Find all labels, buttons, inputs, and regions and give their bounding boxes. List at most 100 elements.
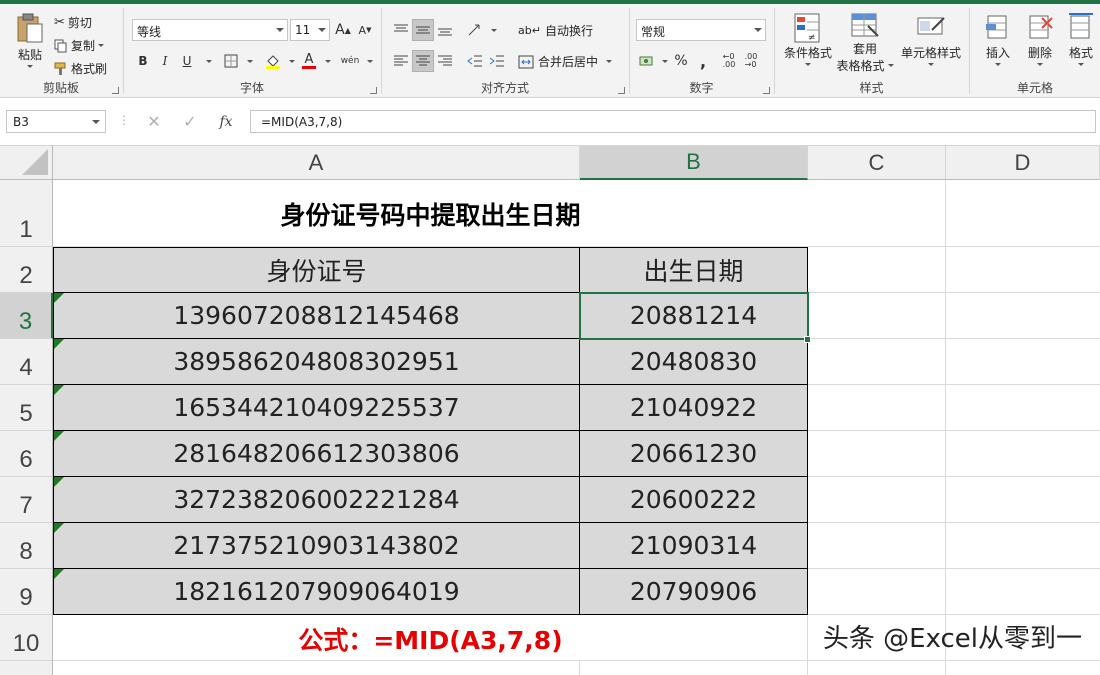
decrease-indent-button[interactable] [464,50,486,72]
chevron-down-icon [995,63,1001,66]
orientation-dropdown[interactable] [486,19,498,41]
chevron-down-icon [318,28,326,32]
check-icon[interactable]: ✓ [172,112,208,131]
font-launcher-icon[interactable] [370,87,377,94]
row-header-8[interactable]: 8 [0,523,53,569]
svg-text:≠: ≠ [808,33,816,43]
insert-function-icon[interactable]: fx [208,114,244,130]
fill-color-button[interactable] [262,50,284,72]
align-middle-button[interactable] [412,19,434,41]
increase-indent-button[interactable] [486,50,508,72]
font-color-button[interactable]: A [298,50,320,72]
cell-styles-button[interactable]: 单元格样式 [897,12,965,66]
header-cell-birthdate[interactable]: 出生日期 [580,247,808,293]
error-indicator-icon [54,339,64,349]
row-header-7[interactable]: 7 [0,477,53,523]
birthdate-cell[interactable]: 21090314 [580,523,808,569]
format-painter-button[interactable]: 格式刷 [54,60,107,77]
font-size-select[interactable]: 11 [290,19,330,41]
select-all-button[interactable] [0,146,53,180]
wrap-text-button[interactable]: ab↵ 自动换行 [518,22,593,39]
font-color-dropdown[interactable] [320,50,332,72]
orientation-button[interactable] [464,19,486,41]
id-cell[interactable]: 217375210903143802 [53,523,580,569]
birthdate-cell[interactable]: 20790906 [580,569,808,615]
birthdate-cell[interactable]: 20480830 [580,339,808,385]
accounting-dropdown[interactable] [658,50,668,72]
align-bottom-button[interactable] [434,19,456,41]
fill-handle[interactable] [804,336,811,343]
id-cell[interactable]: 165344210409225537 [53,385,580,431]
number-launcher-icon[interactable] [763,87,770,94]
align-right-button[interactable] [434,50,456,72]
percent-style-button[interactable]: % [670,50,692,72]
row-header-6[interactable]: 6 [0,431,53,477]
row-header-5[interactable]: 5 [0,385,53,431]
phonetic-dropdown[interactable] [362,50,374,72]
formula-input[interactable]: =MID(A3,7,8) [250,110,1096,133]
decrease-decimal-button[interactable]: .00 →0 [740,50,762,72]
id-cell[interactable]: 327238206002221284 [53,477,580,523]
bold-button[interactable]: B [132,50,154,72]
merge-center-button[interactable]: 合并后居中 [518,53,613,70]
align-center-button[interactable] [412,50,434,72]
clipboard-launcher-icon[interactable] [112,87,119,94]
phonetic-button[interactable]: wén [338,50,362,72]
comma-style-button[interactable]: , [692,50,714,72]
worksheet-grid[interactable]: A B C D 1 2 3 4 5 6 7 8 9 10 11 身份证号码中提取… [0,146,1100,675]
cut-button[interactable]: ✂ 剪切 [54,14,92,31]
column-header-b[interactable]: B [580,146,808,180]
paste-button[interactable]: 粘贴 [10,12,50,68]
format-cells-icon [1069,13,1093,39]
birthdate-cell[interactable]: 20881214 [580,293,808,339]
align-top-button[interactable] [390,19,412,41]
chevron-down-icon [246,59,253,63]
shrink-font-button[interactable]: A ▼ [354,19,376,41]
accounting-format-button[interactable] [636,50,658,72]
row-header-10[interactable]: 10 [0,615,53,661]
chevron-down-icon [1037,63,1043,66]
sheet-title-cell[interactable]: 身份证号码中提取出生日期 [53,180,808,247]
row-header-1[interactable]: 1 [0,180,53,247]
underline-button[interactable]: U [176,50,198,72]
birthdate-cell[interactable]: 20600222 [580,477,808,523]
id-cell[interactable]: 281648206612303806 [53,431,580,477]
font-family-select[interactable]: 等线 [132,19,288,41]
borders-dropdown[interactable] [242,50,254,72]
underline-dropdown[interactable] [200,50,214,72]
fill-color-dropdown[interactable] [284,50,296,72]
column-header-c[interactable]: C [808,146,946,180]
italic-button[interactable]: I [154,50,176,72]
align-left-button[interactable] [390,50,412,72]
row-header-3[interactable]: 3 [0,293,53,339]
row-header-4[interactable]: 4 [0,339,53,385]
conditional-formatting-button[interactable]: ≠ 条件格式 [781,12,835,66]
cancel-icon[interactable]: ✕ [136,112,172,131]
birthdate-cell[interactable]: 21040922 [580,385,808,431]
header-cell-id[interactable]: 身份证号 [53,247,580,293]
borders-button[interactable] [220,50,242,72]
grow-font-icon: A [335,22,345,38]
alignment-launcher-icon[interactable] [618,87,625,94]
id-cell[interactable]: 139607208812145468 [53,293,580,339]
row-header-9[interactable]: 9 [0,569,53,615]
format-as-table-button[interactable]: 套用 表格格式 [835,12,895,74]
birthdate-cell[interactable]: 20661230 [580,431,808,477]
column-header-d[interactable]: D [946,146,1100,180]
format-painter-icon [54,62,66,75]
formula-note-cell[interactable]: 公式：=MID(A3,7,8) [53,616,808,662]
name-box[interactable]: B3 [6,110,106,133]
copy-button[interactable]: 复制 [54,37,105,54]
delete-cells-button[interactable]: 删除 [1022,12,1058,66]
id-cell[interactable]: 182161207909064019 [53,569,580,615]
row-header-2[interactable]: 2 [0,247,53,293]
id-cell[interactable]: 389586204808302951 [53,339,580,385]
increase-decimal-button[interactable]: ←0.00 [718,50,740,72]
grow-font-button[interactable]: A ▲ [332,19,354,41]
number-format-select[interactable]: 常规 [636,19,766,41]
insert-cells-button[interactable]: 插入 [980,12,1016,66]
column-header-a[interactable]: A [53,146,580,180]
row-header-11[interactable]: 11 [0,661,53,675]
decrease-decimal-icon: .00 →0 [744,52,758,69]
format-cells-button[interactable]: 格式 [1064,12,1098,66]
